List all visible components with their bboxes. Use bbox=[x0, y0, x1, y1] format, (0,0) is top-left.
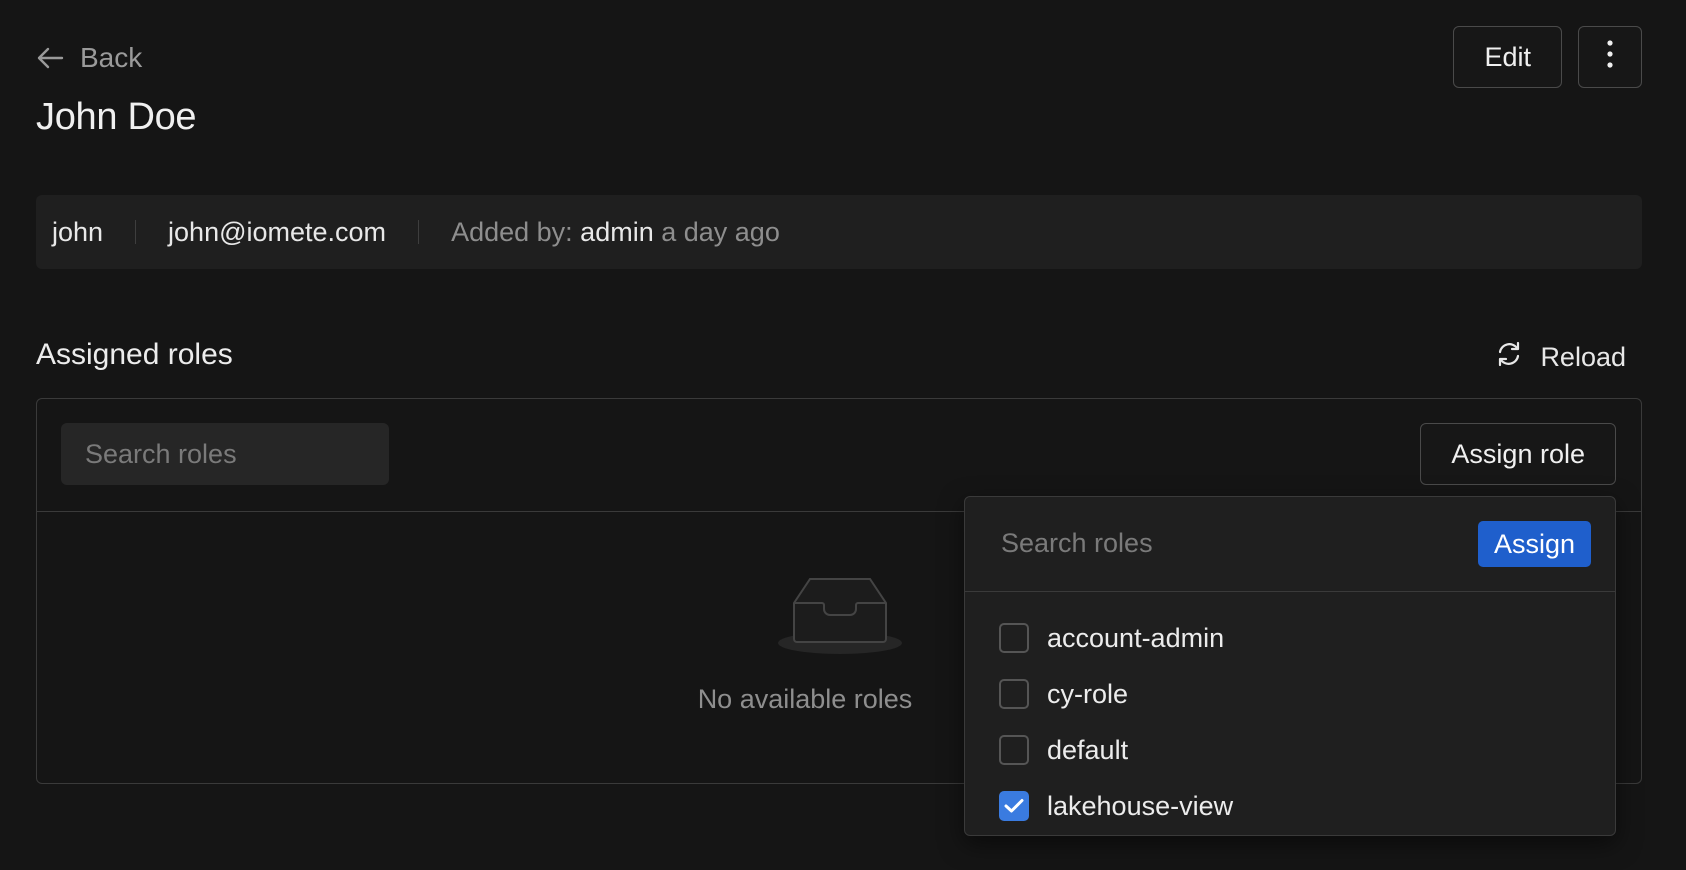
added-by-user: admin bbox=[580, 216, 654, 247]
email: john@iomete.com bbox=[168, 216, 387, 247]
more-options-button[interactable] bbox=[1578, 26, 1642, 88]
edit-button[interactable]: Edit bbox=[1453, 26, 1562, 88]
role-checkbox[interactable] bbox=[999, 623, 1029, 653]
role-checkbox-checked[interactable] bbox=[999, 791, 1029, 821]
assign-role-button[interactable]: Assign role bbox=[1420, 423, 1616, 485]
added-time: a day ago bbox=[661, 216, 780, 247]
role-label: lakehouse-view bbox=[1047, 790, 1234, 821]
role-label: account-admin bbox=[1047, 622, 1225, 653]
role-options-list: account-admin cy-role default lakehouse-… bbox=[965, 592, 1615, 834]
reload-icon bbox=[1496, 340, 1522, 375]
dropdown-header: Assign bbox=[965, 497, 1615, 592]
arrow-left-icon bbox=[36, 46, 64, 70]
dropdown-search-input[interactable] bbox=[999, 519, 1443, 567]
back-label: Back bbox=[80, 42, 143, 73]
header-actions: Edit bbox=[1453, 26, 1642, 88]
assign-role-dropdown: Assign account-admin cy-role default bbox=[964, 496, 1616, 836]
role-option[interactable]: default bbox=[965, 722, 1615, 778]
divider bbox=[135, 220, 137, 244]
page-title: John Doe bbox=[36, 96, 197, 138]
role-checkbox[interactable] bbox=[999, 735, 1029, 765]
more-vertical-icon bbox=[1606, 39, 1614, 76]
role-option[interactable]: cy-role bbox=[965, 666, 1615, 722]
reload-button[interactable]: Reload bbox=[1496, 340, 1626, 375]
role-checkbox[interactable] bbox=[999, 679, 1029, 709]
role-option[interactable]: lakehouse-view bbox=[965, 778, 1615, 834]
role-label: cy-role bbox=[1047, 678, 1129, 709]
divider bbox=[418, 220, 420, 244]
username: john bbox=[52, 216, 104, 247]
search-roles-input[interactable] bbox=[61, 423, 389, 485]
empty-state-text: No available roles bbox=[697, 684, 913, 714]
user-info-bar: john john@iomete.com Added by: admin a d… bbox=[36, 195, 1642, 269]
check-icon bbox=[1004, 799, 1024, 813]
added-by-prefix: Added by: bbox=[451, 216, 573, 247]
role-option[interactable]: account-admin bbox=[965, 610, 1615, 666]
added-by-info: Added by: admin a day ago bbox=[451, 217, 780, 248]
assign-button[interactable]: Assign bbox=[1477, 521, 1591, 567]
reload-label: Reload bbox=[1540, 342, 1626, 372]
user-detail-page: Back John Doe Edit john john@iomete.com … bbox=[0, 0, 1686, 870]
role-label: default bbox=[1047, 734, 1129, 765]
assigned-roles-title: Assigned roles bbox=[36, 338, 233, 371]
back-link[interactable]: Back bbox=[36, 40, 142, 76]
empty-inbox-icon bbox=[776, 573, 904, 660]
